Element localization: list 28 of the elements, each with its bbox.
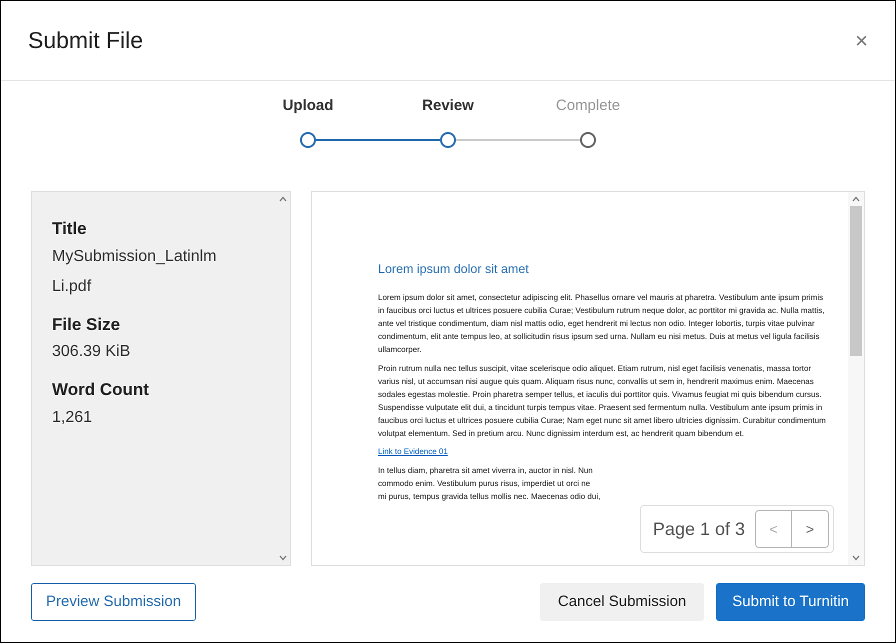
preview-submission-button[interactable]: Preview Submission (31, 583, 196, 621)
scroll-up-icon[interactable] (852, 196, 860, 202)
next-page-button[interactable]: > (792, 511, 828, 547)
scrollbar-thumb[interactable] (850, 206, 862, 356)
document-paragraph: Lorem ipsum dolor sit amet, consectetur adipiscing elit. Phasellus ornare vel mauris at pharetra. Vestibulum ante ipsum primis in faucibus orci luctus et ultrices posuere cubilia Curae; Vestibulum rutrum neque dolor, ac porttitor mi gravida ac. Nulla mattis, ante vel tristique condimentum, diam nisl mattis odio, eget hendrerit mi lectus non odio. Integer lobortis, turpis vitae pulvinar condimentum, elit ante tempus leo, at sollicitudin risus ipsum sed urna. Nullam eu nisi metus. Duis at metus vel ligula facilisis ullamcorper. (378, 292, 826, 356)
step-label: Review (422, 96, 474, 116)
step-label: Upload (282, 96, 334, 116)
scroll-up-icon[interactable] (279, 196, 287, 202)
step-label: Complete (556, 96, 620, 116)
cancel-submission-button[interactable]: Cancel Submission (540, 583, 704, 621)
document-line: In tellus diam, pharetra sit amet viverra in, auctor in nisl. Nun (378, 464, 594, 477)
detail-label: Title (52, 218, 88, 240)
document-line: mi purus, tempus gravida tellus mollis nec. Maecenas odio dui, (378, 490, 602, 503)
detail-value: 306.39 KiB (52, 342, 132, 362)
page-indicator: Page 1 of 3 (652, 518, 745, 541)
detail-value: 1,261 (52, 408, 94, 428)
document-line: commodo enim. Vestibulum purus risus, imperdiet ut orci ne (378, 478, 592, 490)
document-heading: Lorem ipsum dolor sit amet (378, 261, 530, 278)
submit-button[interactable]: Submit to Turnitin (716, 583, 865, 621)
scroll-down-icon[interactable] (279, 555, 287, 561)
detail-label: File Size (52, 314, 122, 336)
close-button[interactable]: × (855, 30, 868, 52)
scroll-down-icon[interactable] (852, 555, 860, 561)
detail-label: Word Count (52, 379, 150, 401)
detail-value: MySubmission_LatinlmLi.pdf (52, 246, 218, 296)
evidence-link[interactable]: Link to Evidence 01 (378, 446, 828, 458)
document-paragraph: Proin rutrum nulla nec tellus suscipit, vitae scelerisque odio aliquet. Etiam rutrum, nisl eget facilisis venenatis, massa tortor varius nisl, ut accumsan nisi augue quis quam. Aliquam risus nunc, convallis ut sem in, hendrerit maximus enim. Maecenas sodales egestas molestie. Proin pharetra semper tellus, et iaculis dui porttitor quis. Vivamus feugiat mi quis bibendum cursus. Suspendisse vulputate elit dui, a tincidunt turpis tempus vitae. Praesent sed fermentum nulla. Vestibulum ante ipsum primis in faucibus orci luctus et ultrices posuere cubilia Curae; Nam eget nunc sit amet libero ultricies dignissim. Curabitur condimentum volutpat elementum. Sed in pretium arcu. Nunc dignissim interdum est, ac hendrerit quam bibendum et. (378, 362, 827, 440)
dialog-title: Submit File (28, 26, 144, 56)
